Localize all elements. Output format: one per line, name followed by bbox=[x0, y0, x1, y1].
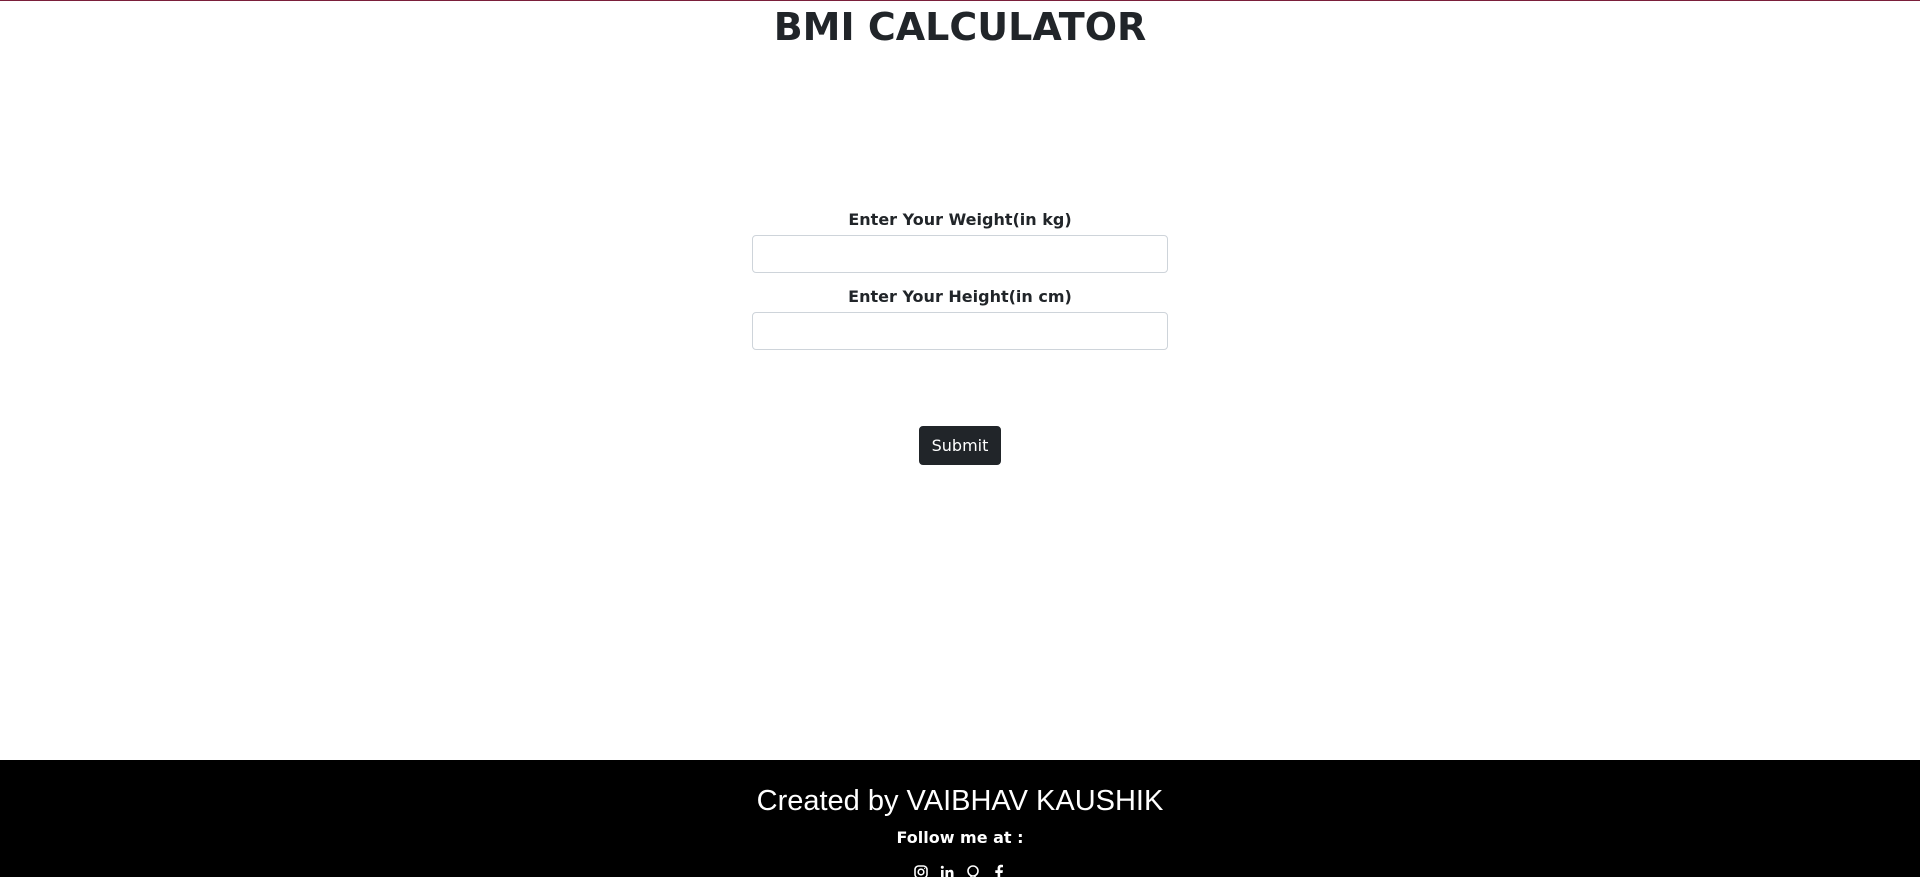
submit-button[interactable]: Submit bbox=[918, 426, 1002, 465]
weight-input[interactable] bbox=[752, 235, 1168, 273]
height-input[interactable] bbox=[752, 312, 1168, 350]
follow-label: Follow me at : bbox=[896, 828, 1024, 847]
height-label: Enter Your Height(in cm) bbox=[848, 287, 1072, 306]
linkedin-icon[interactable] bbox=[939, 864, 955, 880]
submit-container: Submit bbox=[0, 426, 1920, 465]
top-border-line bbox=[0, 0, 1920, 1]
footer-credit: Created by VAIBHAV KAUSHIK bbox=[756, 785, 1164, 817]
instagram-icon[interactable] bbox=[913, 864, 929, 880]
footer: Created by VAIBHAV KAUSHIK Follow me at … bbox=[0, 760, 1920, 880]
github-icon[interactable] bbox=[965, 864, 981, 880]
weight-label: Enter Your Weight(in kg) bbox=[848, 210, 1072, 229]
facebook-icon[interactable] bbox=[991, 864, 1007, 880]
bmi-form: Enter Your Weight(in kg) Enter Your Heig… bbox=[752, 205, 1168, 350]
social-links bbox=[0, 864, 1920, 880]
page-title: BMI CALCULATOR bbox=[773, 5, 1147, 49]
